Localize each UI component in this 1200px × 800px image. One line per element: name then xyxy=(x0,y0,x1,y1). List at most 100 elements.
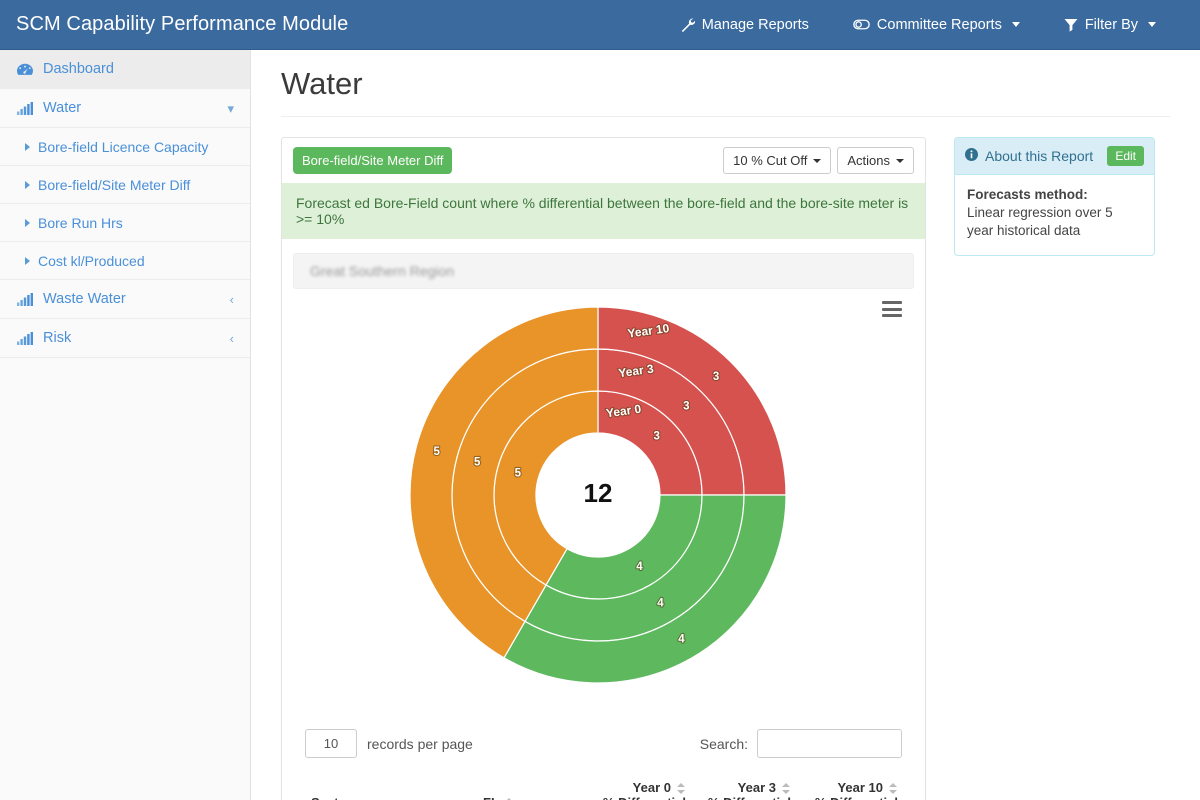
sidebar: Dashboard Water ▾ Bore-field Licence Cap… xyxy=(0,50,251,800)
sidebar-item-water-label: Water xyxy=(43,100,82,116)
table-header-row: System FL Year 0 % Differential xyxy=(305,774,904,800)
sidebar-item-dashboard-label: Dashboard xyxy=(43,61,114,77)
nav-filter-by-label: Filter By xyxy=(1084,16,1138,33)
about-report-body: Forecasts method: Linear regression over… xyxy=(955,175,1154,255)
region-label: Great Southern Region xyxy=(310,263,454,279)
report-description: Forecast ed Bore-Field count where % dif… xyxy=(282,183,925,239)
chevron-down-icon xyxy=(813,158,822,163)
report-panel-header: Bore-field/Site Meter Diff 10 % Cut Off … xyxy=(282,138,925,183)
dashboard-icon xyxy=(17,63,37,76)
chevron-right-icon xyxy=(25,180,30,189)
column-header-year3-top: Year 3 xyxy=(737,780,776,795)
nav-committee-reports[interactable]: Committee Reports xyxy=(831,0,1042,50)
page-title: Water xyxy=(281,66,363,101)
results-table-head: System FL Year 0 % Differential xyxy=(305,774,904,800)
results-table: System FL Year 0 % Differential xyxy=(305,774,904,800)
sunburst-chart: Year 0 Year 3 Year 10 345345345 12 xyxy=(282,293,925,723)
report-name-badge[interactable]: Bore-field/Site Meter Diff xyxy=(293,147,453,174)
content-row: Bore-field/Site Meter Diff 10 % Cut Off … xyxy=(251,117,1200,800)
sidebar-item-water[interactable]: Water ▾ xyxy=(0,89,250,128)
actions-dropdown-button[interactable]: Actions xyxy=(837,147,914,174)
sidebar-subitem-cost-kl-produced[interactable]: Cost kl/Produced xyxy=(0,242,250,280)
sidebar-item-dashboard[interactable]: Dashboard xyxy=(0,50,250,89)
about-report-header: About this Report Edit xyxy=(955,138,1154,175)
sidebar-subitem-label: Bore-field Licence Capacity xyxy=(38,138,209,155)
sunburst-value-label: 3 xyxy=(713,371,719,383)
chevron-down-icon xyxy=(1148,22,1156,27)
bar-chart-icon xyxy=(17,101,37,115)
region-header-bar[interactable]: Great Southern Region xyxy=(293,253,914,289)
search-control: Search: xyxy=(700,729,902,758)
column-header-year10-bottom: % Differential xyxy=(815,795,898,800)
sunburst-value-label: 3 xyxy=(653,430,659,442)
column-header-year3-bottom: % Differential xyxy=(708,795,791,800)
sunburst-chart-svg: Year 0Year 3Year 10 345345345 12 xyxy=(409,306,787,684)
report-header-buttons: 10 % Cut Off Actions xyxy=(723,147,914,174)
page-length-control: records per page xyxy=(305,729,473,758)
column-header-fl-label: FL xyxy=(483,795,499,800)
search-label: Search: xyxy=(699,735,748,752)
about-report-title: About this Report xyxy=(985,148,1094,164)
report-panel: Bore-field/Site Meter Diff 10 % Cut Off … xyxy=(281,137,926,800)
cutoff-dropdown-label: 10 % Cut Off xyxy=(733,153,808,168)
sunburst-value-label: 5 xyxy=(515,468,522,480)
chart-export-menu-icon[interactable] xyxy=(882,301,902,317)
chevron-right-icon xyxy=(25,142,30,151)
chevron-down-icon xyxy=(896,158,904,163)
toggle-icon xyxy=(853,18,870,31)
sunburst-value-label: 5 xyxy=(474,457,481,469)
sidebar-item-risk[interactable]: Risk ‹ xyxy=(0,319,250,358)
sunburst-value-label: 4 xyxy=(657,597,664,609)
column-header-year0-top: Year 0 xyxy=(632,780,671,795)
column-header-year0[interactable]: Year 0 % Differential xyxy=(587,774,692,800)
nav-committee-reports-label: Committee Reports xyxy=(876,16,1002,33)
sidebar-item-waste-water-label: Waste Water xyxy=(43,291,126,307)
column-header-year0-bottom: % Differential xyxy=(603,795,686,800)
navbar-links: Manage Reports Committee Reports Filter … xyxy=(658,0,1200,50)
about-report-panel: About this Report Edit Forecasts method:… xyxy=(954,137,1155,256)
wrench-icon xyxy=(680,17,695,32)
column-header-system[interactable]: System xyxy=(305,774,477,800)
app-brand-title: SCM Capability Performance Module xyxy=(16,13,349,35)
table-controls: records per page Search: xyxy=(282,723,925,758)
chevron-left-icon: ‹ xyxy=(229,291,234,307)
nav-manage-reports-label: Manage Reports xyxy=(701,16,809,33)
sidebar-subitem-label: Cost kl/Produced xyxy=(38,252,145,269)
search-input[interactable] xyxy=(757,729,902,758)
funnel-icon xyxy=(1064,18,1078,32)
forecasts-method-text: Linear regression over 5 year historical… xyxy=(967,205,1113,239)
nav-filter-by[interactable]: Filter By xyxy=(1042,0,1178,50)
sidebar-subitem-label: Bore-field/Site Meter Diff xyxy=(38,176,191,193)
nav-manage-reports[interactable]: Manage Reports xyxy=(658,0,831,50)
chevron-right-icon xyxy=(25,256,30,265)
sort-both-icon xyxy=(782,783,791,795)
column-header-fl[interactable]: FL xyxy=(477,774,587,800)
sunburst-value-label: 3 xyxy=(683,401,689,413)
info-circle-icon xyxy=(965,148,978,164)
sidebar-subitem-bore-field-site-meter-diff[interactable]: Bore-field/Site Meter Diff xyxy=(0,166,250,204)
sunburst-value-label: 4 xyxy=(678,634,685,646)
bar-chart-icon xyxy=(17,331,37,345)
sunburst-value-label: 4 xyxy=(636,561,643,573)
sidebar-item-waste-water[interactable]: Waste Water ‹ xyxy=(0,280,250,319)
sidebar-item-risk-label: Risk xyxy=(43,330,72,346)
sunburst-center-total: 12 xyxy=(584,478,613,508)
page-length-label: records per page xyxy=(367,735,473,752)
chevron-right-icon xyxy=(25,218,30,227)
cutoff-dropdown-button[interactable]: 10 % Cut Off xyxy=(723,147,832,174)
sort-both-icon xyxy=(677,783,686,795)
top-navbar: SCM Capability Performance Module Manage… xyxy=(0,0,1200,50)
actions-dropdown-label: Actions xyxy=(847,153,890,168)
sort-both-icon xyxy=(889,783,898,795)
sidebar-subitem-bore-run-hrs[interactable]: Bore Run Hrs xyxy=(0,204,250,242)
column-header-year3[interactable]: Year 3 % Differential xyxy=(692,774,797,800)
sidebar-subitem-bore-field-licence-capacity[interactable]: Bore-field Licence Capacity xyxy=(0,128,250,166)
bar-chart-icon xyxy=(17,292,37,306)
page-length-input[interactable] xyxy=(305,729,357,758)
sunburst-value-label: 5 xyxy=(433,446,440,458)
chevron-left-icon: ‹ xyxy=(229,330,234,346)
forecasts-method-heading: Forecasts method: xyxy=(967,187,1088,202)
column-header-year10[interactable]: Year 10 % Differential xyxy=(797,774,904,800)
main-content: Water Bore-field/Site Meter Diff 10 % Cu… xyxy=(251,50,1200,800)
edit-button[interactable]: Edit xyxy=(1107,146,1144,166)
